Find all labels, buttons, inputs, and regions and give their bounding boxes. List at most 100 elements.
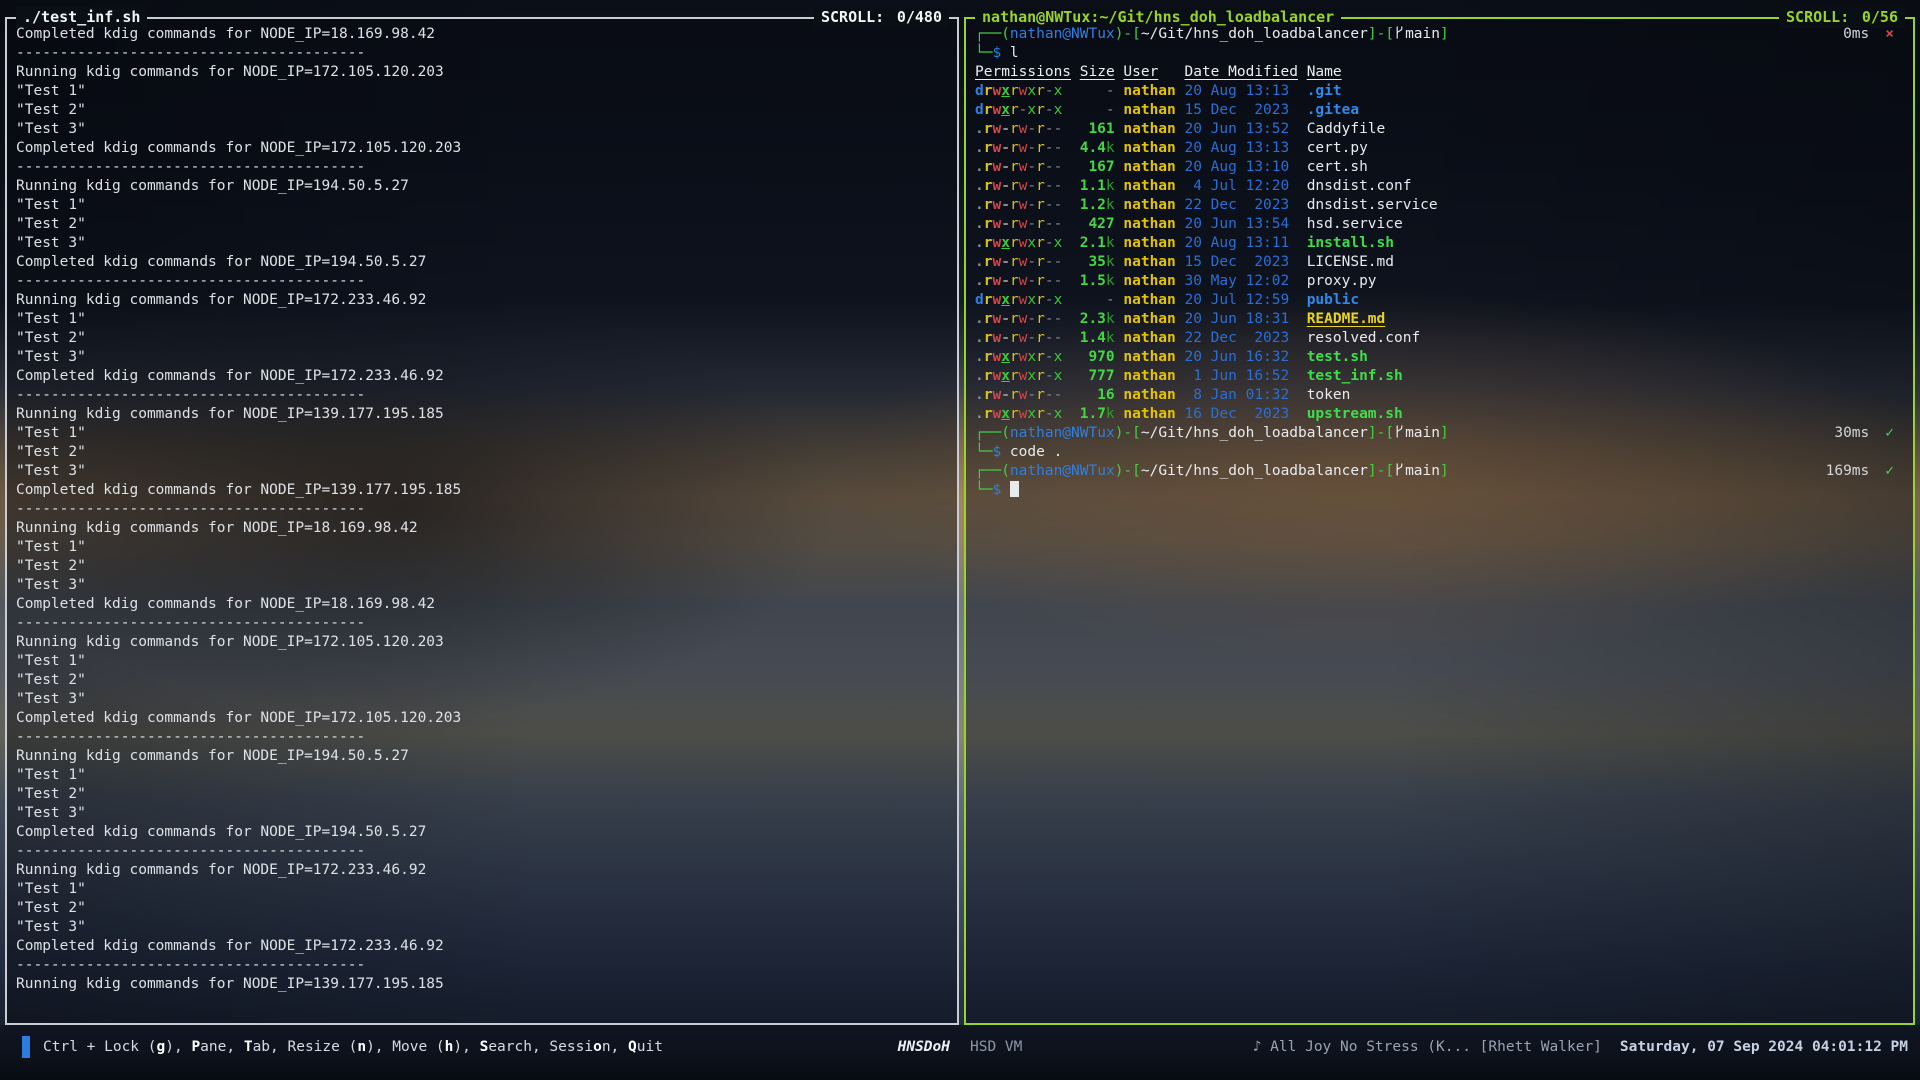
terminal-line: "Test 3" xyxy=(16,690,948,709)
file-date: 15 Dec 2023 xyxy=(1184,101,1297,120)
file-date: 20 Aug 13:13 xyxy=(1184,82,1297,101)
file-date: 20 Aug 13:11 xyxy=(1184,234,1297,253)
terminal-line: "Test 1" xyxy=(16,766,948,785)
command-line: └─$ xyxy=(975,481,1904,500)
terminal-line: "Test 3" xyxy=(16,234,948,253)
file-name: public xyxy=(1307,291,1359,310)
command-line: └─$ code . xyxy=(975,443,1904,462)
file-size: - xyxy=(1071,101,1115,120)
keybind-hint-segment: ), xyxy=(165,1039,191,1055)
host-label: HSD VM xyxy=(970,1039,1022,1055)
file-row: .rw-rw-r--2.3knathan20 Jun 18:31README.m… xyxy=(975,310,1904,329)
file-size: 1.5k xyxy=(1071,272,1115,291)
keybind-hint-segment: T xyxy=(244,1039,253,1055)
file-row: .rw-rw-r--1.2knathan22 Dec 2023dnsdist.s… xyxy=(975,196,1904,215)
terminal-line: "Test 1" xyxy=(16,880,948,899)
shell-output[interactable]: ┌──(nathan@NWTux)-[~/Git/hns_doh_loadbal… xyxy=(966,19,1913,1023)
prompt-frame: )-[ xyxy=(1115,463,1141,479)
file-user: nathan xyxy=(1123,253,1175,272)
file-name: dnsdist.service xyxy=(1307,196,1438,215)
terminal-line: Running kdig commands for NODE_IP=172.23… xyxy=(16,861,948,880)
pane-test-inf-script[interactable]: ./test_inf.sh SCROLL:0/480 Completed kdi… xyxy=(5,17,959,1025)
file-permissions: .rw-rw-r-- xyxy=(975,386,1071,405)
keybind-hint-segment: Ctrl + Lock ( xyxy=(43,1039,157,1055)
file-permissions: drwxr-xr-x xyxy=(975,101,1071,120)
listing-header: PermissionsSizeUserDate ModifiedName xyxy=(975,63,1904,82)
terminal-line: Completed kdig commands for NODE_IP=139.… xyxy=(16,481,948,500)
file-name: test.sh xyxy=(1307,348,1368,367)
file-size: 777 xyxy=(1071,367,1115,386)
terminal-line: ---------------------------------------- xyxy=(16,158,948,177)
keybind-hints[interactable]: Ctrl + Lock (g), Pane, Tab, Resize (n), … xyxy=(43,1039,663,1055)
terminal-line: Running kdig commands for NODE_IP=139.17… xyxy=(16,975,948,994)
file-user: nathan xyxy=(1123,215,1175,234)
terminal-line: Completed kdig commands for NODE_IP=18.1… xyxy=(16,25,948,44)
file-permissions: .rw-rw-r-- xyxy=(975,329,1071,348)
prompt-line: ┌──(nathan@NWTux)-[~/Git/hns_doh_loadbal… xyxy=(975,25,1904,44)
keybind-hint-segment: g xyxy=(157,1039,166,1055)
file-date: 20 Aug 13:10 xyxy=(1184,158,1297,177)
terminal-line: "Test 2" xyxy=(16,443,948,462)
file-date: 4 Jul 12:20 xyxy=(1184,177,1297,196)
file-name: .git xyxy=(1307,82,1342,101)
file-date: 30 May 12:02 xyxy=(1184,272,1297,291)
file-permissions: .rw-rw-r-- xyxy=(975,139,1071,158)
terminal-line: "Test 1" xyxy=(16,82,948,101)
file-user: nathan xyxy=(1123,310,1175,329)
keybind-hint-segment: n xyxy=(357,1039,366,1055)
terminal-line: "Test 3" xyxy=(16,918,948,937)
file-user: nathan xyxy=(1123,234,1175,253)
file-permissions: .rw-rw-r-- xyxy=(975,253,1071,272)
file-size: 35k xyxy=(1071,253,1115,272)
session-info: HNSDoH HSD VM xyxy=(898,1035,1023,1059)
file-size: 16 xyxy=(1071,386,1115,405)
terminal-line: "Test 2" xyxy=(16,785,948,804)
file-user: nathan xyxy=(1123,272,1175,291)
prompt-line: ┌──(nathan@NWTux)-[~/Git/hns_doh_loadbal… xyxy=(975,424,1904,443)
terminal-line: Running kdig commands for NODE_IP=194.50… xyxy=(16,747,948,766)
file-permissions: .rwxrwxr-x xyxy=(975,348,1071,367)
file-size: 161 xyxy=(1071,120,1115,139)
terminal-line: Running kdig commands for NODE_IP=139.17… xyxy=(16,405,948,424)
prompt-frame: └─ xyxy=(975,45,992,61)
terminal-line: ---------------------------------------- xyxy=(16,956,948,975)
terminal-line: Completed kdig commands for NODE_IP=172.… xyxy=(16,367,948,386)
file-date: 22 Dec 2023 xyxy=(1184,196,1297,215)
command-duration: 169ms xyxy=(1826,463,1870,479)
prompt-frame: ┌──( xyxy=(975,425,1010,441)
file-date: 1 Jun 16:52 xyxy=(1184,367,1297,386)
file-name: upstream.sh xyxy=(1307,405,1403,424)
file-user: nathan xyxy=(1123,158,1175,177)
prompt-line: ┌──(nathan@NWTux)-[~/Git/hns_doh_loadbal… xyxy=(975,462,1904,481)
listing-header-cell: Size xyxy=(1071,63,1115,82)
pane-shell[interactable]: nathan@NWTux:~/Git/hns_doh_loadbalancer … xyxy=(964,17,1915,1025)
left-terminal-output[interactable]: Completed kdig commands for NODE_IP=18.1… xyxy=(7,19,957,1023)
file-name: hsd.service xyxy=(1307,215,1403,234)
file-name: README.md xyxy=(1307,310,1386,329)
file-user: nathan xyxy=(1123,120,1175,139)
prompt-frame: ]-[ xyxy=(1368,26,1394,42)
git-branch-icon xyxy=(1394,25,1405,46)
terminal-line: "Test 1" xyxy=(16,652,948,671)
file-name: LICENSE.md xyxy=(1307,253,1394,272)
terminal-line: ---------------------------------------- xyxy=(16,272,948,291)
check-icon: ✓ xyxy=(1885,425,1894,441)
file-permissions: .rw-rw-r-- xyxy=(975,177,1071,196)
command-duration: 30ms xyxy=(1834,425,1869,441)
keybind-hint-segment: uit xyxy=(637,1039,663,1055)
status-right: ♪ All Joy No Stress (K... [Rhett Walker]… xyxy=(1253,1039,1908,1055)
terminal-line: ---------------------------------------- xyxy=(16,614,948,633)
file-row: .rwxrwxr-x970nathan20 Jun 16:32test.sh xyxy=(975,348,1904,367)
file-user: nathan xyxy=(1123,291,1175,310)
prompt-frame: ]-[ xyxy=(1368,425,1394,441)
file-name: token xyxy=(1307,386,1351,405)
terminal-line: Running kdig commands for NODE_IP=172.23… xyxy=(16,291,948,310)
command-duration: 0ms xyxy=(1843,26,1869,42)
file-user: nathan xyxy=(1123,386,1175,405)
keybind-hint-segment: earch, Sessi xyxy=(488,1039,593,1055)
file-size: 1.7k xyxy=(1071,405,1115,424)
terminal-line: ---------------------------------------- xyxy=(16,386,948,405)
terminal-line: "Test 2" xyxy=(16,101,948,120)
file-size: 2.3k xyxy=(1071,310,1115,329)
terminal-line: Running kdig commands for NODE_IP=172.10… xyxy=(16,63,948,82)
